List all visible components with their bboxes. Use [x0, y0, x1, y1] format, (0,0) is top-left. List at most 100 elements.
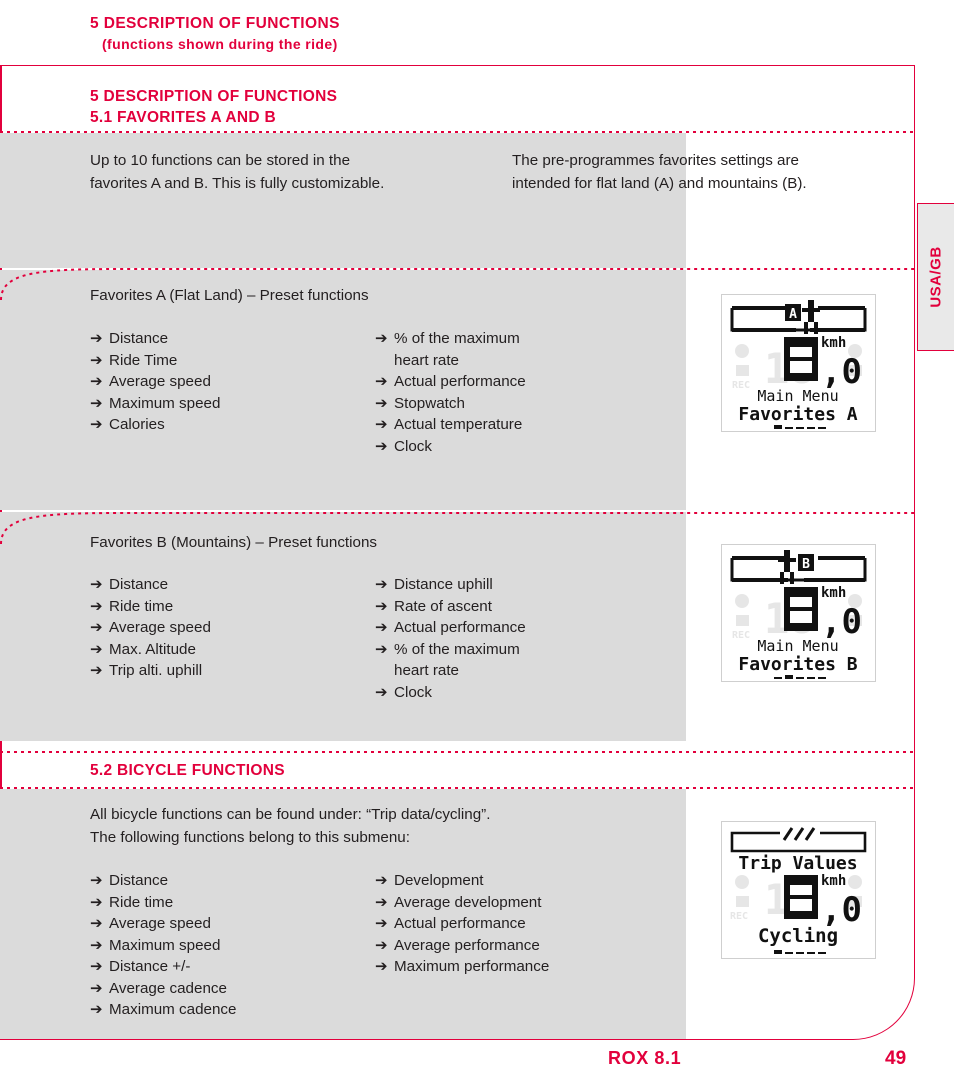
arrow-icon: ➔	[90, 979, 103, 997]
list-item: ➔ Distance +/-	[90, 956, 236, 978]
arrow-icon: ➔	[375, 373, 388, 390]
separator-above-section-52	[0, 751, 915, 753]
favorites-b-list-column-1: ➔ Distance ➔ Ride time ➔ Average speed ➔ Max…	[90, 574, 211, 682]
list-item: ➔ Trip alti. uphill	[90, 660, 211, 682]
section-51-title: 5.1 FAVORITES A AND B	[90, 109, 277, 126]
favorites-b-subtitle: Favorites B (Mountains) – Preset functio…	[90, 534, 377, 551]
list-item-label: Average speed	[109, 373, 211, 390]
favorites-a-list-column-2: ➔ % of the maximum heart rate ➔ Actual per…	[375, 328, 526, 457]
list-item: ➔ Max. Altitude	[90, 639, 211, 661]
intro-paragraph-left: Up to 10 functions can be stored in the …	[90, 152, 385, 192]
arrow-icon: ➔	[90, 597, 103, 615]
list-item-label: Calories	[109, 416, 165, 433]
arrow-icon: ➔	[375, 915, 388, 932]
bicycle-functions-intro: All bicycle functions can be found under…	[90, 806, 491, 846]
arrow-icon: ➔	[375, 597, 388, 615]
list-item-label: Stopwatch	[394, 394, 465, 412]
list-item: ➔ Development	[375, 870, 549, 892]
arrow-icon: ➔	[90, 893, 103, 911]
list-item: ➔ Distance	[90, 328, 220, 350]
arrow-icon: ➔	[90, 330, 103, 347]
list-item: ➔ Distance	[90, 870, 236, 892]
list-item-label: % of the maximum heart rate	[394, 640, 520, 680]
arrow-icon: ➔	[375, 640, 388, 658]
footer-page-number: 49	[885, 1048, 907, 1069]
lcd-a-unit: kmh	[821, 335, 846, 351]
lcd-a-speed-decimal: ,0	[821, 352, 862, 392]
list-item: ➔ Calories	[90, 414, 220, 436]
list-item-label: Max. Altitude	[109, 640, 196, 658]
list-item-label: Distance +/-	[109, 958, 191, 975]
lcd-screenshot-favorites-b: REC 18 B	[721, 544, 876, 682]
arrow-icon: ➔	[375, 394, 388, 412]
list-item-label: Ride Time	[109, 351, 178, 369]
favorites-b-list-column-2: ➔ Distance uphill ➔ Rate of ascent ➔ Actual…	[375, 574, 526, 703]
list-item: ➔ Stopwatch	[375, 393, 526, 415]
arrow-icon: ➔	[90, 619, 103, 636]
arrow-icon: ➔	[375, 619, 388, 636]
arrow-icon: ➔	[90, 640, 103, 658]
bicycle-functions-list-column-2: ➔ Development ➔ Average development ➔ Actua…	[375, 870, 549, 978]
list-item-label: Average speed	[109, 915, 211, 932]
lcd-b-unit: kmh	[821, 585, 846, 601]
list-item: ➔ Maximum performance	[375, 956, 549, 978]
lcd-cycling-speed-decimal: ,0	[821, 890, 862, 930]
list-item-label: Ride time	[109, 597, 174, 615]
list-item-label: Actual performance	[394, 915, 526, 932]
arrow-icon: ➔	[375, 683, 388, 701]
list-item: ➔ Maximum cadence	[90, 999, 236, 1021]
list-item-label: Average speed	[109, 619, 211, 636]
list-item-label: Maximum cadence	[109, 1001, 237, 1018]
list-item-label: Average development	[394, 893, 542, 911]
list-item-label: Average cadence	[109, 979, 227, 997]
list-item: ➔ Rate of ascent	[375, 596, 526, 618]
bicycle-functions-list-column-1: ➔ Distance ➔ Ride time ➔ Average speed ➔ Max…	[90, 870, 236, 1021]
lcd-render-a: REC 18 A	[722, 295, 875, 431]
list-item: ➔ Actual performance	[375, 913, 549, 935]
list-item: ➔ Average cadence	[90, 978, 236, 1000]
list-item-label: Actual temperature	[394, 416, 523, 433]
list-item-label: % of the maximum heart rate	[394, 330, 520, 369]
list-item-label: Maximum speed	[109, 936, 221, 954]
list-item: ➔ Average development	[375, 892, 549, 914]
arrow-icon: ➔	[90, 416, 103, 433]
lcd-render-b: REC 18 B	[722, 545, 875, 681]
footer-model: ROX 8.1	[608, 1048, 682, 1068]
arrow-icon: ➔	[375, 416, 388, 433]
list-item: ➔ Average performance	[375, 935, 549, 957]
lcd-b-line1: Main Menu	[757, 637, 838, 655]
list-item: ➔ Distance	[90, 574, 211, 596]
arrow-icon: ➔	[90, 936, 103, 954]
list-item-label: Distance	[109, 576, 169, 593]
list-item: ➔ Maximum speed	[90, 393, 220, 415]
lcd-b-line2: Favorites B	[738, 654, 857, 675]
list-item-label: Maximum speed	[109, 394, 221, 412]
language-side-tab[interactable]: USA/GB	[917, 203, 954, 351]
lcd-cycling-line1: Trip Values	[738, 853, 857, 874]
favorites-a-list-column-1: ➔ Distance ➔ Ride Time ➔ Average speed ➔ Max…	[90, 328, 220, 436]
lcd-a-line2: Favorites A	[738, 404, 857, 425]
list-item-label: Maximum performance	[394, 958, 550, 975]
arrow-icon: ➔	[375, 936, 388, 954]
arrow-icon: ➔	[90, 958, 103, 975]
arrow-icon: ➔	[90, 576, 103, 593]
list-item: ➔ Ride time	[90, 892, 236, 914]
list-item: ➔ Actual performance	[375, 617, 526, 639]
list-item-label: Distance	[109, 330, 169, 347]
lcd-screenshot-cycling: REC 18 Trip Values ,0 kmh	[721, 821, 876, 959]
list-item: ➔ Average speed	[90, 617, 211, 639]
chapter-heading: 5 DESCRIPTION OF FUNCTIONS 5.1 FAVORITES…	[90, 86, 337, 128]
list-item: ➔ % of the maximum heart rate	[375, 328, 526, 371]
intro-paragraph-right: The pre-programmes favorites settings ar…	[512, 152, 807, 192]
list-item-label: Distance	[109, 872, 169, 889]
list-item-label: Clock	[394, 683, 432, 701]
lcd-b-icon-letter: B	[802, 557, 810, 572]
list-item-label: Trip alti. uphill	[109, 662, 203, 679]
running-head: 5 DESCRIPTION OF FUNCTIONS (functions sh…	[90, 14, 340, 54]
list-item: ➔ Maximum speed	[90, 935, 236, 957]
arrow-icon: ➔	[375, 958, 388, 975]
svg-text:REC: REC	[732, 380, 750, 391]
arrow-icon: ➔	[90, 351, 103, 369]
list-item-label: Development	[394, 872, 484, 889]
manual-page: 5 DESCRIPTION OF FUNCTIONS (functions sh…	[0, 0, 954, 1091]
